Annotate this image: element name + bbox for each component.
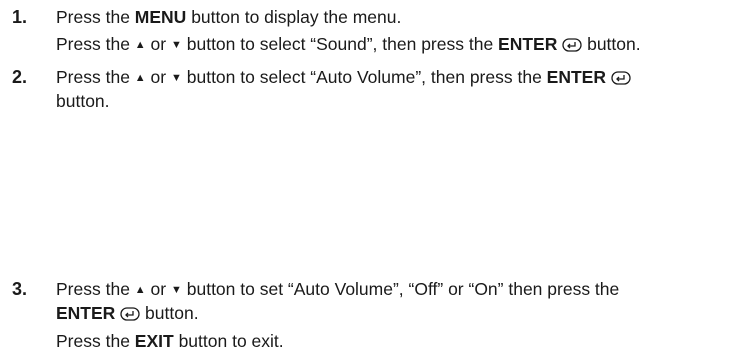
text: Press the xyxy=(56,279,135,299)
step-2-line-1: Press the ▲ or ▼ button to select “Auto … xyxy=(56,66,631,89)
text: Press the xyxy=(56,331,135,351)
text: button to set “Auto Volume”, “Off” or “O… xyxy=(181,279,620,299)
exit-button-label: EXIT xyxy=(134,331,174,351)
up-arrow-icon: ▲ xyxy=(134,39,146,51)
step-3-line-1: Press the ▲ or ▼ button to set “Auto Vol… xyxy=(56,278,619,301)
text: button to select “Sound”, then press the xyxy=(181,34,499,54)
text: or xyxy=(145,67,171,87)
step-1-line-2: Press the ▲ or ▼ button to select “Sound… xyxy=(56,33,641,56)
text: button to display the menu. xyxy=(186,7,402,27)
down-arrow-icon: ▼ xyxy=(170,39,182,51)
down-arrow-icon: ▼ xyxy=(170,72,182,84)
step-3-line-2: ENTER button. xyxy=(56,302,199,324)
enter-button-label: ENTER xyxy=(498,34,558,54)
text: button to exit. xyxy=(173,331,284,351)
text: Press the xyxy=(56,67,135,87)
step-number: 2. xyxy=(12,67,28,87)
text: button to select “Auto Volume”, then pre… xyxy=(181,67,547,87)
enter-icon xyxy=(611,71,631,85)
step-3-line-3: Press the EXIT button to exit. xyxy=(56,330,284,352)
text: Press the xyxy=(56,34,135,54)
enter-icon xyxy=(562,38,582,52)
up-arrow-icon: ▲ xyxy=(134,72,146,84)
enter-icon xyxy=(120,307,140,321)
text: button. xyxy=(56,91,110,111)
menu-button-label: MENU xyxy=(134,7,187,27)
step-number: 3. xyxy=(12,279,28,299)
up-arrow-icon: ▲ xyxy=(134,284,146,296)
text: or xyxy=(145,34,171,54)
text: Press the xyxy=(56,7,135,27)
text: button. xyxy=(140,303,199,323)
text: or xyxy=(145,279,171,299)
enter-button-label: ENTER xyxy=(546,67,606,87)
down-arrow-icon: ▼ xyxy=(170,284,182,296)
step-2-line-2: button. xyxy=(56,90,110,112)
text: button. xyxy=(582,34,641,54)
step-number: 1. xyxy=(12,7,28,27)
step-1-line-1: Press the MENU button to display the men… xyxy=(56,6,401,28)
enter-button-label: ENTER xyxy=(56,303,116,323)
